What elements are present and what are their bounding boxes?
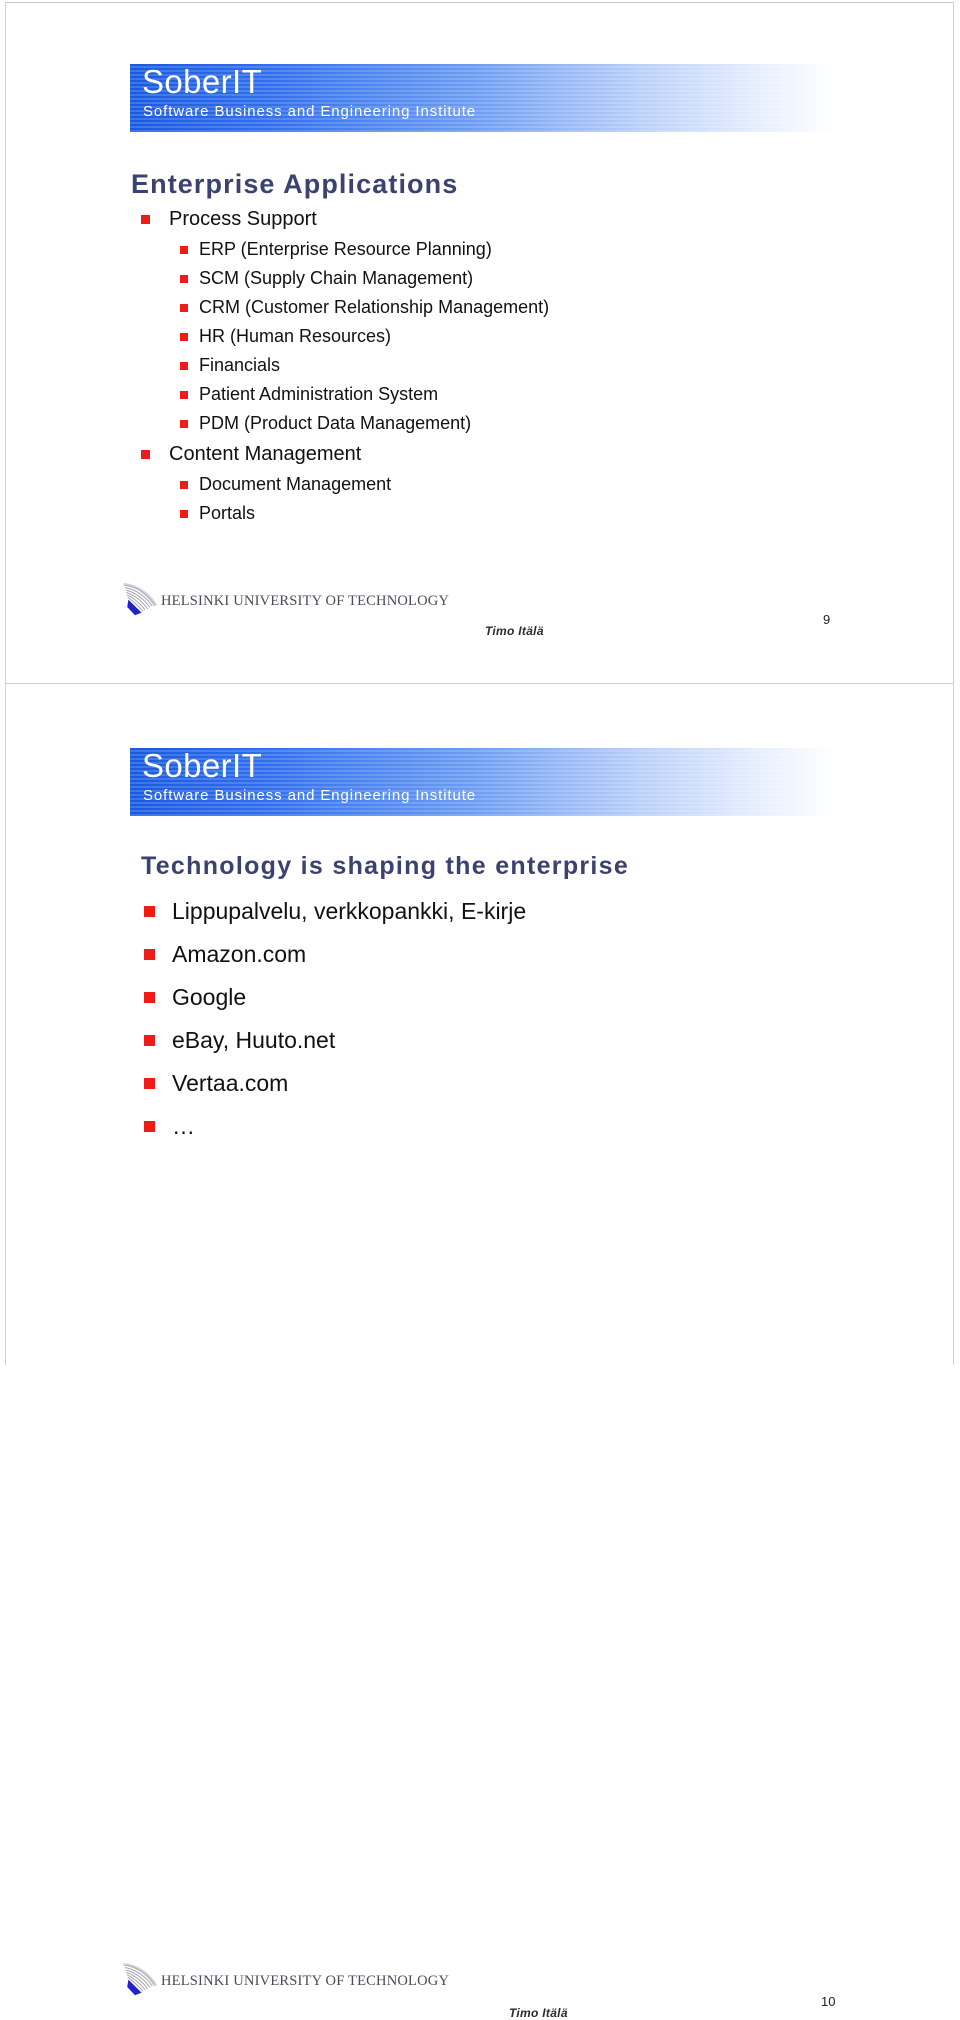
- square-bullet-icon: [180, 362, 188, 370]
- footer-author: Timo Itälä: [485, 624, 544, 638]
- slide-1: SoberIT Software Business and Engineerin…: [0, 0, 960, 684]
- list-item: CRM (Customer Relationship Management): [131, 293, 549, 322]
- list-item-label: Process Support: [169, 208, 317, 230]
- list-item-label: HR (Human Resources): [199, 326, 392, 346]
- list-item-label: Lippupalvelu, verkkopankki, E-kirje: [172, 898, 527, 924]
- list-item-label: ERP (Enterprise Resource Planning): [199, 239, 492, 259]
- list-item: HR (Human Resources): [131, 322, 549, 351]
- square-bullet-icon: [180, 275, 188, 283]
- slide-2: SoberIT Software Business and Engineerin…: [0, 684, 960, 2020]
- square-bullet-icon: [144, 992, 155, 1003]
- square-bullet-icon: [144, 949, 155, 960]
- list-item: PDM (Product Data Management): [131, 409, 549, 438]
- soberit-banner: SoberIT Software Business and Engineerin…: [130, 63, 835, 132]
- slide-title: Enterprise Applications: [131, 169, 459, 200]
- list-item: Amazon.com: [141, 933, 526, 976]
- bullet-list: Process Support ERP (Enterprise Resource…: [131, 203, 549, 528]
- list-item-label: …: [172, 1113, 195, 1139]
- list-item-label: Financials: [199, 355, 281, 375]
- square-bullet-icon: [144, 1078, 155, 1089]
- list-item: Portals: [131, 499, 549, 528]
- square-bullet-icon: [144, 906, 155, 917]
- banner-title: SoberIT: [142, 63, 263, 100]
- list-item-label: Vertaa.com: [172, 1070, 289, 1096]
- square-bullet-icon: [141, 215, 150, 224]
- list-item-label: SCM (Supply Chain Management): [199, 268, 474, 288]
- list-item: Vertaa.com: [141, 1062, 526, 1105]
- list-item: ERP (Enterprise Resource Planning): [131, 235, 549, 264]
- helsinki-university-logo-icon: [123, 583, 158, 616]
- list-item: SCM (Supply Chain Management): [131, 264, 549, 293]
- square-bullet-icon: [180, 246, 188, 254]
- banner-title: SoberIT: [142, 747, 263, 784]
- page-number: 9: [823, 612, 831, 627]
- list-item: Financials: [131, 351, 549, 380]
- list-item-label: Document Management: [199, 474, 392, 494]
- soberit-banner: SoberIT Software Business and Engineerin…: [130, 747, 835, 816]
- list-item: Document Management: [131, 470, 549, 499]
- square-bullet-icon: [141, 450, 150, 459]
- footer-organization: HELSINKI UNIVERSITY OF TECHNOLOGY: [161, 593, 450, 609]
- banner-subtitle: Software Business and Engineering Instit…: [143, 787, 477, 804]
- list-item-label: CRM (Customer Relationship Management): [199, 297, 550, 317]
- list-item: …: [141, 1105, 526, 1148]
- list-item: Patient Administration System: [131, 380, 549, 409]
- square-bullet-icon: [144, 1121, 155, 1132]
- square-bullet-icon: [180, 391, 188, 399]
- footer-author: Timo Itälä: [509, 2006, 568, 2020]
- list-item: Process Support: [131, 203, 549, 235]
- bullet-list: Lippupalvelu, verkkopankki, E-kirje Amaz…: [141, 890, 526, 1148]
- square-bullet-icon: [144, 1035, 155, 1046]
- list-item-label: PDM (Product Data Management): [199, 413, 472, 433]
- list-item: eBay, Huuto.net: [141, 1019, 526, 1062]
- square-bullet-icon: [180, 333, 188, 341]
- list-item: Content Management: [131, 438, 549, 470]
- list-item-label: Content Management: [169, 443, 362, 465]
- helsinki-university-logo-icon: [123, 1963, 158, 1996]
- list-item-label: Amazon.com: [172, 941, 307, 967]
- list-item-label: eBay, Huuto.net: [172, 1027, 336, 1053]
- page-number: 10: [821, 1994, 836, 2009]
- list-item-label: Portals: [199, 503, 256, 523]
- square-bullet-icon: [180, 420, 188, 428]
- square-bullet-icon: [180, 510, 188, 518]
- list-item-label: Patient Administration System: [199, 384, 439, 404]
- list-item: Google: [141, 976, 526, 1019]
- list-item: Lippupalvelu, verkkopankki, E-kirje: [141, 890, 526, 933]
- banner-subtitle: Software Business and Engineering Instit…: [143, 103, 477, 120]
- list-item-label: Google: [172, 984, 247, 1010]
- square-bullet-icon: [180, 481, 188, 489]
- footer-organization: HELSINKI UNIVERSITY OF TECHNOLOGY: [161, 1973, 450, 1989]
- slide-title: Technology is shaping the enterprise: [141, 851, 630, 880]
- square-bullet-icon: [180, 304, 188, 312]
